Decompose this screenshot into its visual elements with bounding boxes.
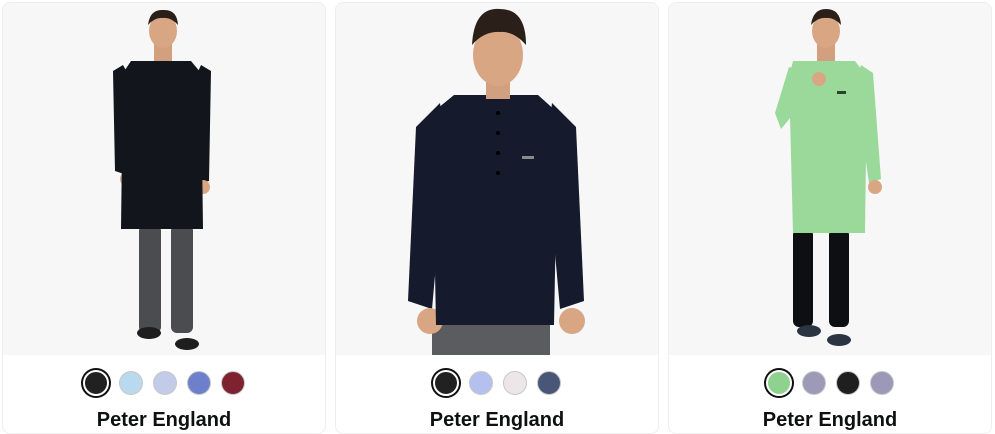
brand-name[interactable]: Peter England <box>336 409 658 432</box>
pocket-tag <box>837 91 846 94</box>
color-swatch[interactable] <box>221 371 245 395</box>
product-card[interactable]: Peter England <box>668 2 992 434</box>
color-swatch[interactable] <box>187 371 211 395</box>
color-swatch[interactable] <box>836 371 860 395</box>
product-image[interactable] <box>336 3 658 355</box>
color-swatch[interactable] <box>469 371 493 395</box>
hand-right <box>868 180 882 194</box>
color-swatch[interactable] <box>153 371 177 395</box>
product-image[interactable] <box>669 3 991 355</box>
product-grid: Peter England Peter England Peter Englan… <box>0 0 995 434</box>
kurta-body <box>121 61 203 229</box>
color-swatch[interactable] <box>870 371 894 395</box>
sandal-left <box>137 327 161 339</box>
hand-right <box>559 308 585 334</box>
trousers-right <box>829 229 849 327</box>
kurta-button <box>496 171 500 175</box>
color-swatch[interactable] <box>537 371 561 395</box>
sandal-right <box>827 334 851 346</box>
kurta-button <box>496 131 500 135</box>
trousers-left <box>139 225 161 333</box>
sandal-right <box>175 338 199 350</box>
brand-name[interactable]: Peter England <box>669 409 991 432</box>
kurta-button <box>496 151 500 155</box>
kurta-body <box>432 95 558 325</box>
pocket-tag <box>522 156 534 159</box>
color-swatch[interactable] <box>83 370 109 396</box>
color-swatch[interactable] <box>433 370 459 396</box>
model-figure <box>113 9 211 350</box>
color-swatches <box>669 369 991 397</box>
product-card[interactable]: Peter England <box>335 2 659 434</box>
color-swatch[interactable] <box>119 371 143 395</box>
model-figure <box>775 9 882 346</box>
color-swatches <box>3 369 325 397</box>
color-swatch[interactable] <box>503 371 527 395</box>
color-swatch[interactable] <box>802 371 826 395</box>
trousers-left <box>793 229 813 327</box>
color-swatches <box>336 369 658 397</box>
hand-left <box>812 72 826 86</box>
color-swatch[interactable] <box>766 370 792 396</box>
sandal-left <box>797 325 821 337</box>
model-figure <box>408 8 585 355</box>
product-image[interactable] <box>3 3 325 355</box>
kurta-button <box>496 111 500 115</box>
brand-name[interactable]: Peter England <box>3 409 325 432</box>
trousers-right <box>171 225 193 333</box>
product-card[interactable]: Peter England <box>2 2 326 434</box>
